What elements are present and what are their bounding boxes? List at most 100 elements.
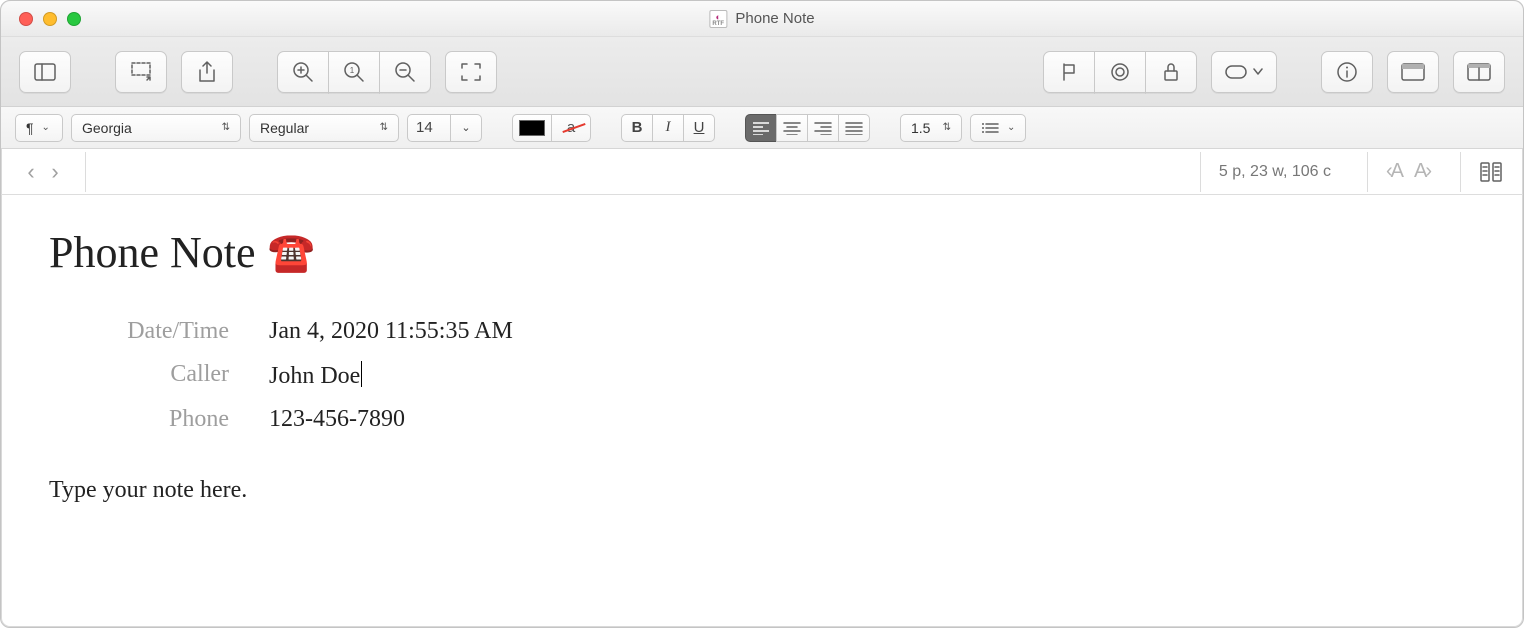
font-style-select[interactable]: Regular ⇅ [249,114,399,142]
sidebar-icon [34,63,56,81]
font-size-value: 14 [416,119,433,136]
close-window-button[interactable] [19,12,33,26]
screenshot-icon [130,62,152,82]
list-style-select[interactable]: ⌄ [970,114,1026,142]
record-button[interactable] [1094,51,1146,93]
rtf-file-icon: ◐ [709,10,727,28]
chevron-left-icon: ‹ [27,159,34,184]
no-highlight-icon: a [567,119,575,136]
columns-icon [1467,63,1491,81]
align-right-icon [814,121,832,135]
underline-icon: U [694,119,705,136]
align-center-icon [783,121,801,135]
text-cursor [361,361,362,387]
text-larger-icon: A› [1414,160,1430,182]
align-center-button[interactable] [776,114,808,142]
zoom-actual-button[interactable]: 1 [328,51,380,93]
bold-button[interactable]: B [621,114,653,142]
text-color-swatch [519,120,545,136]
chevron-updown-icon: ⇅ [222,122,230,133]
document-title: Phone Note ☎️ [49,227,1475,278]
underline-button[interactable]: U [683,114,715,142]
nav-back-button[interactable]: ‹ [19,159,43,185]
text-smaller-icon: ‹A [1386,160,1402,182]
document-fields: Date/Time Jan 4, 2020 11:55:35 AM Caller… [49,318,1475,433]
field-value-caller-text: John Doe [269,363,360,389]
zoom-actual-icon: 1 [343,61,365,83]
font-size-field[interactable]: 14 [407,114,451,142]
align-justify-icon [845,121,863,135]
field-label-phone: Phone [49,406,229,433]
zoom-out-button[interactable] [379,51,431,93]
field-value-phone[interactable]: 123-456-7890 [269,406,1475,433]
font-style-label: Regular [260,120,309,136]
main-toolbar: 1 [1,37,1523,107]
chevron-right-icon: › [51,159,58,184]
titlebar: ◐ Phone Note [1,1,1523,37]
align-justify-button[interactable] [838,114,870,142]
text-color-button[interactable] [512,114,552,142]
lock-button[interactable] [1145,51,1197,93]
record-icon [1110,62,1130,82]
sidebar-toggle-button[interactable] [19,51,71,93]
align-right-button[interactable] [807,114,839,142]
ruler-icon [1479,161,1505,183]
fullscreen-button[interactable] [445,51,497,93]
divider [1200,152,1201,192]
chevron-down-icon: ⌄ [42,122,50,133]
zoom-in-icon [292,61,314,83]
nav-forward-button[interactable]: › [43,159,67,185]
divider [1460,152,1461,192]
columns-button[interactable] [1453,51,1505,93]
align-left-button[interactable] [745,114,777,142]
window-title-text: Phone Note [735,10,814,27]
zoom-in-button[interactable] [277,51,329,93]
paragraph-style-select[interactable]: ¶⌄ [15,114,63,142]
status-bar: ‹ › 5 p, 23 w, 106 c ‹A A› [1,149,1523,195]
bold-icon: B [632,119,643,136]
divider [85,152,86,192]
flag-button[interactable] [1043,51,1095,93]
info-icon [1336,61,1358,83]
field-value-datetime[interactable]: Jan 4, 2020 11:55:35 AM [269,318,1475,345]
divider [1367,152,1368,192]
document-title-text: Phone Note [49,227,256,278]
italic-button[interactable]: I [652,114,684,142]
window-title: ◐ Phone Note [709,10,814,28]
text-larger-button[interactable]: A› [1414,160,1430,183]
text-smaller-button[interactable]: ‹A [1386,160,1402,183]
field-value-caller[interactable]: John Doe [269,361,1475,390]
zoom-out-icon [394,61,416,83]
align-left-icon [752,121,770,135]
minimize-window-button[interactable] [43,12,57,26]
font-size-stepper[interactable]: ⌄ [450,114,482,142]
document-body[interactable]: Type your note here. [49,477,1475,504]
highlight-color-button[interactable]: a [551,114,591,142]
chevron-updown-icon: ⇅ [380,122,388,133]
tags-button[interactable] [1211,51,1277,93]
zoom-window-button[interactable] [67,12,81,26]
phone-emoji-icon: ☎️ [268,231,315,275]
lock-icon [1162,62,1180,82]
info-button[interactable] [1321,51,1373,93]
chevron-updown-icon: ⇅ [943,122,951,133]
fullscreen-icon [460,62,482,82]
header-footer-button[interactable] [1387,51,1439,93]
ruler-button[interactable] [1479,161,1505,183]
flag-icon [1059,62,1079,82]
paragraph-style-label: ¶ [26,120,34,136]
list-icon [981,121,999,135]
document-area[interactable]: Phone Note ☎️ Date/Time Jan 4, 2020 11:5… [1,195,1523,536]
share-icon [197,61,217,83]
line-spacing-select[interactable]: 1.5 ⇅ [900,114,962,142]
format-bar: ¶⌄ Georgia⇅ Regular⇅ 14 ⌄ a B I U [1,107,1523,149]
line-spacing-value: 1.5 [911,120,930,136]
font-family-label: Georgia [82,120,132,136]
font-family-select[interactable]: Georgia ⇅ [71,114,241,142]
italic-icon: I [666,119,671,136]
tag-icon [1225,65,1263,79]
screenshot-button[interactable] [115,51,167,93]
word-count: 5 p, 23 w, 106 c [1219,163,1331,181]
share-button[interactable] [181,51,233,93]
field-label-datetime: Date/Time [49,318,229,345]
